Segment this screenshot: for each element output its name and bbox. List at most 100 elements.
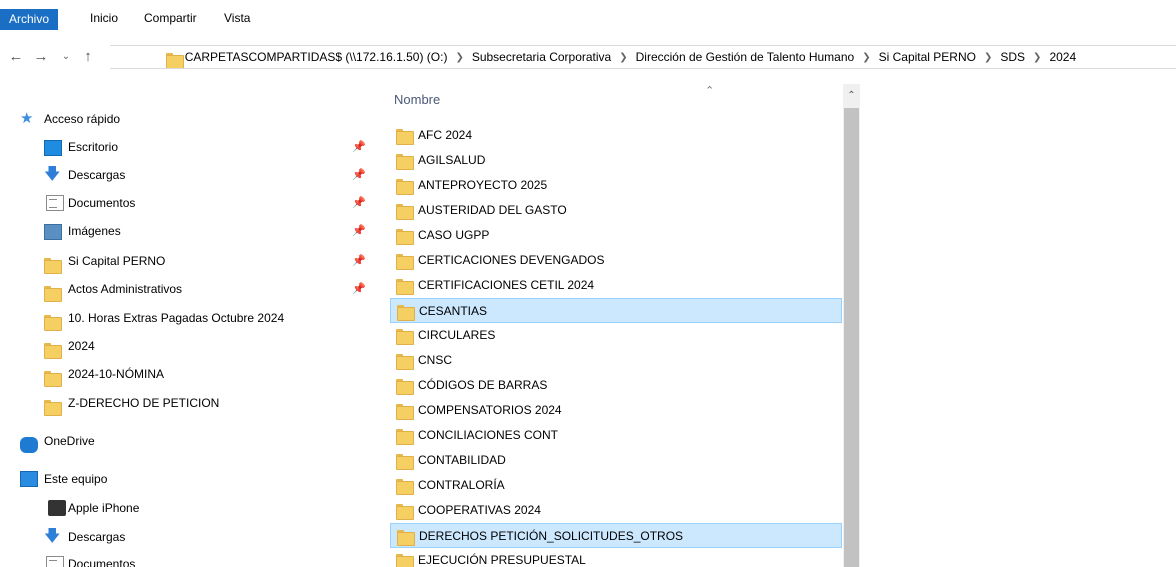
pin-icon[interactable]: 📌 <box>352 247 366 275</box>
tab-vista[interactable]: Vista <box>224 8 250 28</box>
file-row[interactable]: AGILSALUD <box>390 148 842 173</box>
chevron-right-icon[interactable]: ❯ <box>619 52 627 63</box>
file-name: CÓDIGOS DE BARRAS <box>418 378 548 392</box>
file-row[interactable]: AUSTERIDAD DEL GASTO <box>390 198 842 223</box>
file-name: CASO UGPP <box>418 228 490 242</box>
pin-icon[interactable]: 📌 <box>352 275 366 303</box>
folder-icon <box>44 396 62 416</box>
nav-item-documentos[interactable]: Documentos 📌 <box>44 189 372 217</box>
file-row[interactable]: CIRCULARES <box>390 323 842 348</box>
nav-label: Descargas <box>68 168 126 182</box>
nav-este-equipo[interactable]: Este equipo <box>20 465 360 493</box>
images-icon <box>44 224 62 240</box>
scroll-up-icon[interactable]: ⌃ <box>843 84 860 108</box>
folder-icon <box>44 282 62 302</box>
file-row[interactable]: DERECHOS PETICIÓN_SOLICITUDES_OTROS <box>390 523 842 548</box>
nav-item-actos-administrativos[interactable]: Actos Administrativos 📌 <box>44 275 372 303</box>
file-name: CIRCULARES <box>418 328 496 342</box>
download-icon: 🡇 <box>44 166 61 183</box>
scrollbar-thumb[interactable] <box>844 108 859 567</box>
file-row[interactable]: EJECUCIÓN PRESUPUESTAL <box>390 548 842 567</box>
folder-icon <box>396 429 414 445</box>
folder-icon <box>396 404 414 420</box>
nav-label: Este equipo <box>44 472 108 486</box>
nav-label: Imágenes <box>68 224 121 238</box>
nav-item-apple-iphone[interactable]: Apple iPhone <box>44 494 372 522</box>
nav-item-horas-extras[interactable]: 10. Horas Extras Pagadas Octubre 2024 <box>44 304 372 332</box>
pin-icon[interactable]: 📌 <box>352 217 366 245</box>
chevron-right-icon[interactable]: ❯ <box>1033 52 1041 63</box>
folder-icon <box>396 179 414 195</box>
tab-compartir[interactable]: Compartir <box>144 8 197 28</box>
nav-item-escritorio[interactable]: Escritorio 📌 <box>44 133 372 161</box>
folder-icon <box>396 129 414 145</box>
nav-label: Z-DERECHO DE PETICION <box>68 396 220 410</box>
back-icon[interactable]: ← <box>6 46 26 68</box>
file-row[interactable]: CNSC <box>390 348 842 373</box>
file-row[interactable]: CONTABILIDAD <box>390 448 842 473</box>
breadcrumb-direccion[interactable]: Dirección de Gestión de Talento Humano <box>636 50 855 64</box>
file-row[interactable]: CONCILIACIONES CONT <box>390 423 842 448</box>
pin-icon[interactable]: 📌 <box>352 133 366 161</box>
desktop-icon <box>44 140 62 156</box>
pin-icon[interactable]: 📌 <box>352 161 366 189</box>
file-name: EJECUCIÓN PRESUPUESTAL <box>418 553 586 567</box>
folder-icon <box>396 329 414 345</box>
file-row[interactable]: CASO UGPP <box>390 223 842 248</box>
file-name: CESANTIAS <box>419 304 488 318</box>
chevron-right-icon[interactable]: ❯ <box>862 52 870 63</box>
nav-onedrive[interactable]: OneDrive <box>20 427 360 455</box>
nav-item-imagenes[interactable]: Imágenes 📌 <box>44 217 372 245</box>
folder-icon <box>396 454 414 470</box>
chevron-right-icon[interactable]: ❯ <box>984 52 992 63</box>
file-row[interactable]: CONTRALORÍA <box>390 473 842 498</box>
documents-icon <box>46 195 64 211</box>
breadcrumb-drive[interactable]: CARPETASCOMPARTIDAS$ (\\172.16.1.50) (O:… <box>185 50 448 64</box>
nav-item-pc-descargas[interactable]: 🡇 Descargas <box>44 523 372 551</box>
file-row[interactable]: COOPERATIVAS 2024 <box>390 498 842 523</box>
vertical-scrollbar[interactable]: ⌃ <box>843 84 860 567</box>
forward-icon[interactable]: → <box>31 46 51 68</box>
nav-item-z-derecho-de-peticion[interactable]: Z-DERECHO DE PETICION <box>44 389 372 417</box>
pin-icon[interactable]: 📌 <box>352 189 366 217</box>
chevron-down-icon[interactable]: ⌄ <box>56 46 76 68</box>
nav-quick-access[interactable]: ★ Acceso rápido <box>20 105 360 133</box>
file-row[interactable]: ANTEPROYECTO 2025 <box>390 173 842 198</box>
nav-label: Documentos <box>68 196 136 210</box>
chevron-right-icon[interactable]: ❯ <box>455 52 463 63</box>
file-name: CNSC <box>418 353 453 367</box>
file-row[interactable]: CERTIFICACIONES CETIL 2024 <box>390 273 842 298</box>
ribbon: Archivo Inicio Compartir Vista <box>0 0 1176 34</box>
nav-item-pc-documentos[interactable]: Documentos <box>44 550 372 567</box>
file-row[interactable]: CERTICACIONES DEVENGADOS <box>390 248 842 273</box>
file-name: AUSTERIDAD DEL GASTO <box>418 203 567 217</box>
up-arrow-icon[interactable]: ↑ <box>78 46 98 68</box>
nav-item-si-capital-perno[interactable]: Si Capital PERNO 📌 <box>44 247 372 275</box>
column-header-nombre[interactable]: Nombre <box>394 92 440 107</box>
nav-label: 10. Horas Extras Pagadas Octubre 2024 <box>68 311 285 325</box>
file-row[interactable]: CESANTIAS <box>390 298 842 323</box>
folder-icon <box>44 311 62 331</box>
nav-label: Descargas <box>68 530 126 544</box>
file-row[interactable]: COMPENSATORIOS 2024 <box>390 398 842 423</box>
breadcrumb-sds[interactable]: SDS <box>1000 50 1025 64</box>
nav-label: Apple iPhone <box>68 501 140 515</box>
sort-ascending-icon: ⌃ <box>705 85 715 97</box>
nav-item-2024[interactable]: 2024 <box>44 332 372 360</box>
cloud-icon <box>20 437 38 453</box>
tab-archivo[interactable]: Archivo <box>0 9 58 30</box>
breadcrumb-si-capital[interactable]: Si Capital PERNO <box>879 50 976 64</box>
file-row[interactable]: AFC 2024 <box>390 123 842 148</box>
nav-item-2024-10-nomina[interactable]: 2024-10-NÓMINA <box>44 360 372 388</box>
documents-icon <box>46 556 64 567</box>
file-row[interactable]: CÓDIGOS DE BARRAS <box>390 373 842 398</box>
breadcrumb-2024[interactable]: 2024 <box>1049 50 1076 64</box>
folder-icon <box>396 354 414 370</box>
folder-icon <box>397 530 415 546</box>
tab-inicio[interactable]: Inicio <box>90 8 118 28</box>
nav-item-descargas[interactable]: 🡇 Descargas 📌 <box>44 161 372 189</box>
folder-icon <box>396 504 414 520</box>
nav-label: 2024-10-NÓMINA <box>68 367 165 381</box>
breadcrumb-subsecretaria[interactable]: Subsecretaria Corporativa <box>472 50 611 64</box>
address-bar[interactable]: « CARPETASCOMPARTIDAS$ (\\172.16.1.50) (… <box>110 45 1176 69</box>
